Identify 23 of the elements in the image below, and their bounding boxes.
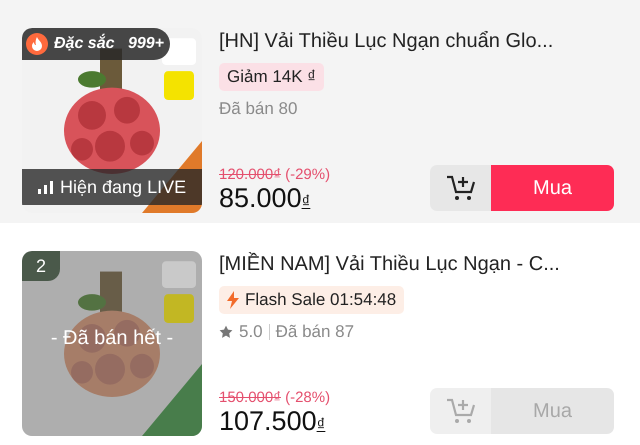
sale-price: 85.000₫: [219, 183, 312, 214]
sale-price: 107.500₫: [219, 406, 326, 437]
badge-label: Đặc sắc: [53, 35, 114, 53]
cart-plus-icon: [446, 397, 476, 425]
buy-button[interactable]: Mua: [491, 165, 614, 211]
sold-count: Đã bán 87: [276, 322, 354, 342]
signal-bars-icon: [38, 180, 54, 194]
star-icon: [219, 325, 233, 339]
flame-icon: [26, 33, 48, 55]
rating: 5.0: [239, 322, 263, 342]
product-title[interactable]: [HN] Vải Thiều Lục Ngạn chuẩn Glo...: [219, 30, 614, 53]
promo-text: Giảm 14K ₫: [227, 67, 316, 87]
sold-count: Đã bán 80: [219, 99, 298, 119]
rank-badge: 2: [22, 251, 60, 281]
promo-text: Flash Sale 01:54:48: [245, 290, 396, 310]
live-label: Hiện đang LIVE: [60, 176, 186, 198]
lightning-icon: [227, 291, 239, 309]
cart-plus-icon: [446, 174, 476, 202]
sold-out-label: - Đã bán hết -: [50, 327, 174, 350]
original-price: 150.000₫ (-28%): [219, 389, 330, 406]
original-price: 120.000₫ (-29%): [219, 166, 330, 183]
sold-count: 999+: [128, 35, 165, 53]
add-to-cart-button[interactable]: [430, 165, 491, 211]
